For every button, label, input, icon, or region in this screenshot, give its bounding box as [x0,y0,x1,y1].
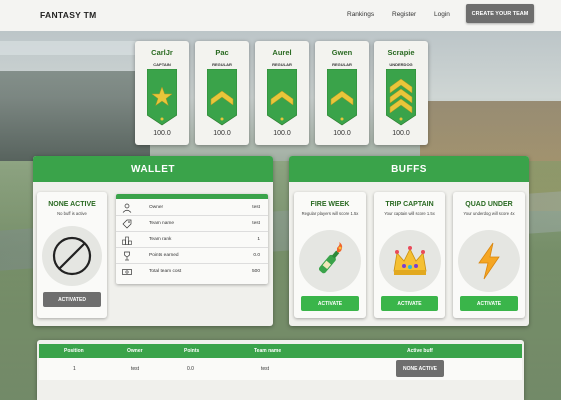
active-buff-status-button[interactable]: NONE ACTIVE [396,360,444,377]
money-icon [122,269,132,275]
active-buff-title: NONE ACTIVE [48,201,96,208]
col-team-name: Team name [254,348,282,354]
activate-quad-under-button[interactable]: ACTIVATE [460,296,518,311]
wallet-row-team-name: Team name test [116,216,268,232]
player-card-regular[interactable]: Pac REGULAR 100.0 [195,41,249,145]
wallet-label: Points earned [149,253,179,258]
col-active-buff: Active buff [407,348,433,354]
player-role: CAPTAIN [153,62,171,67]
player-name: Scrapie [387,48,415,57]
active-buff-description: No buff is active [57,211,87,216]
wallet-row-cost: Total team cost 500 [116,264,268,280]
champagne-icon [299,230,361,292]
wallet-info-table: Owner test Team name test Team rank 1 Po… [116,194,268,284]
player-score: 100.0 [213,130,231,137]
chevron-badge-icon [327,69,357,126]
player-card-captain[interactable]: CarlJr CAPTAIN 100.0 [135,41,189,145]
table-row: 1 test 0.0 test NONE ACTIVE [39,358,522,380]
no-buff-icon [42,226,102,286]
wallet-row-owner: Owner test [116,200,268,216]
user-icon [122,203,132,213]
row-owner: test [131,366,140,372]
top-navbar: FANTASY TM Rankings Register Login CREAT… [0,0,561,31]
player-name: Pac [215,48,229,57]
star-badge-icon [147,69,177,126]
row-position: 1 [73,366,76,372]
activate-trip-captain-button[interactable]: ACTIVATE [381,296,438,311]
tag-icon [122,219,132,229]
buff-title: FIRE WEEK [310,201,350,208]
player-score: 100.0 [153,130,171,137]
wallet-value: 1 [257,237,260,242]
wallet-title: WALLET [33,156,273,182]
player-role: UNDERDOG [389,62,413,67]
crown-icon [378,230,441,292]
nav-rankings[interactable]: Rankings [347,11,374,18]
podium-icon [122,236,132,245]
chevron-badge-icon [207,69,237,126]
player-score: 100.0 [333,130,351,137]
nav-register[interactable]: Register [392,11,416,18]
buffs-title: BUFFS [289,156,529,182]
wallet-label: Team name [149,221,175,226]
player-card-regular[interactable]: Gwen REGULAR 100.0 [315,41,369,145]
buff-description: Regular players will score 1.5x [301,211,359,216]
lightning-icon [458,230,520,292]
wallet-row-points: Points earned 0.0 [116,248,268,264]
player-name: CarlJr [151,48,173,57]
player-role: REGULAR [332,62,352,67]
activate-fire-week-button[interactable]: ACTIVATE [301,296,359,311]
buff-description: Your captain will score 1.5x [384,211,435,216]
player-name: Aurel [272,48,292,57]
row-points: 0.0 [187,366,194,372]
player-score: 100.0 [273,130,291,137]
wallet-label: Owner [149,205,164,210]
trophy-icon [124,251,130,261]
player-role: REGULAR [272,62,292,67]
col-points: Points [184,348,200,354]
row-team-name: test [261,366,270,372]
player-card-underdog[interactable]: Scrapie UNDERDOG 100.0 [374,41,428,145]
wallet-value: 0.0 [253,253,260,258]
brand-logo[interactable]: FANTASY TM [40,10,97,20]
buff-card-fire-week: FIRE WEEK Regular players will score 1.5… [294,192,366,318]
buff-description: Your underdog will score 4x [463,211,515,216]
wallet-label: Total team cost [149,269,182,274]
wallet-label: Team rank [149,237,172,242]
chevron-badge-icon [267,69,297,126]
triple-chevron-badge-icon [386,69,416,126]
wallet-row-team-rank: Team rank 1 [116,232,268,248]
col-owner: Owner [127,348,143,354]
col-position: Position [64,348,84,354]
nav-login[interactable]: Login [434,11,450,18]
standings-table: Position Owner Points Team name Active b… [37,340,524,400]
wallet-value: test [252,205,260,210]
buff-card-trip-captain: TRIP CAPTAIN Your captain will score 1.5… [374,192,445,318]
activated-button[interactable]: ACTIVATED [43,292,101,307]
standings-header: Position Owner Points Team name Active b… [39,344,522,358]
active-buff-card: NONE ACTIVE No buff is active ACTIVATED [37,192,107,318]
buff-card-quad-under: QUAD UNDER Your underdog will score 4x A… [453,192,525,318]
player-role: REGULAR [212,62,232,67]
buff-title: TRIP CAPTAIN [385,201,434,208]
create-team-button[interactable]: CREATE YOUR TEAM [466,4,534,23]
player-name: Gwen [331,48,353,57]
wallet-value: test [252,221,260,226]
buff-title: QUAD UNDER [465,201,513,208]
wallet-value: 500 [251,269,260,274]
player-card-regular[interactable]: Aurel REGULAR 100.0 [255,41,309,145]
player-score: 100.0 [392,130,410,137]
